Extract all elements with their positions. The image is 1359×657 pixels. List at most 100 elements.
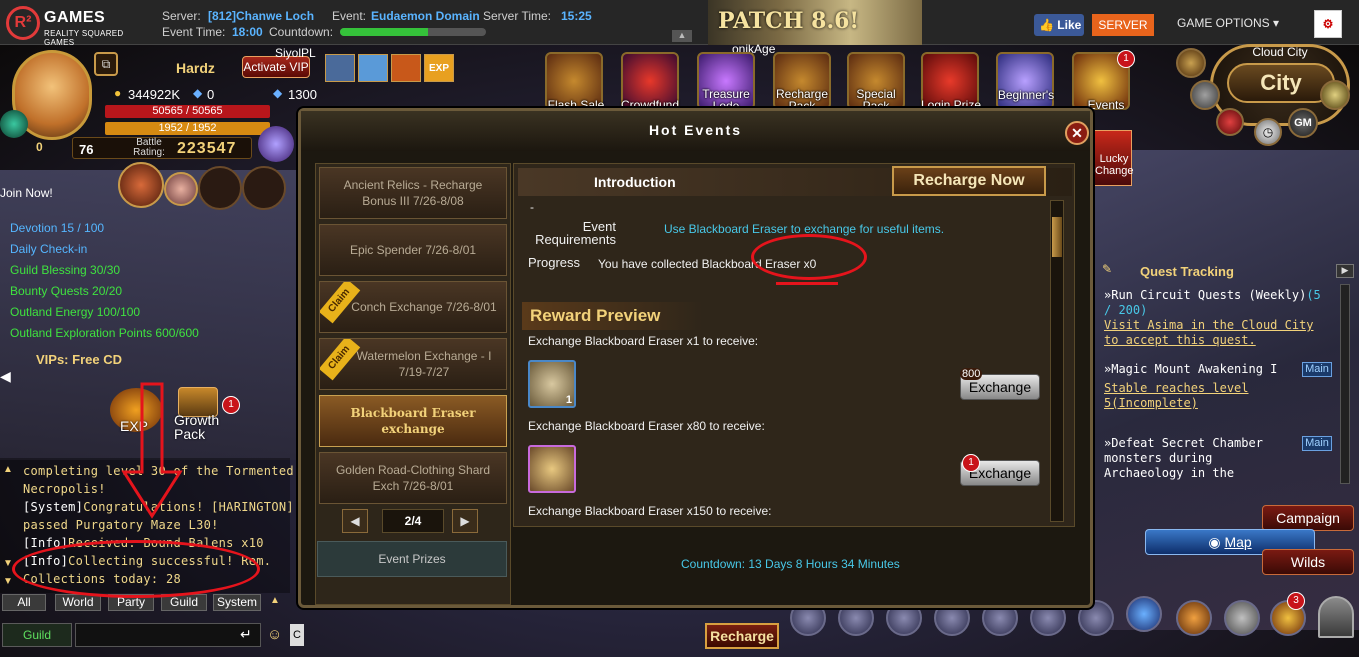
quest-outland-energy[interactable]: Outland Energy 100/100 [10, 302, 230, 323]
quest-item-1[interactable]: »Run Circuit Quests (Weekly)(5 / 200) Vi… [1104, 288, 1322, 348]
quest-devotion[interactable]: Devotion 15 / 100 [10, 218, 230, 239]
location-name: Cloud City [1252, 45, 1308, 59]
menu-toggle-icon[interactable]: ⧉ [94, 52, 118, 76]
no-entry-icon[interactable] [1216, 108, 1244, 136]
emoji-icon[interactable]: ☺ [267, 626, 282, 643]
server-button[interactable]: SERVER [1092, 14, 1154, 36]
annotation-circle-progress [751, 234, 867, 280]
patch-banner[interactable]: PATCH 8.6! [708, 0, 922, 45]
left-counter: 0 [36, 140, 43, 154]
city-button[interactable]: City [1227, 63, 1335, 103]
chat-scroll-bottom-icon[interactable]: ▼ [3, 576, 13, 587]
chat-tab-all[interactable]: All [2, 594, 46, 611]
close-icon[interactable]: ✕ [1065, 121, 1089, 145]
item-count: 1 [565, 394, 572, 406]
dash-text: - [530, 200, 534, 214]
chat-input[interactable] [75, 623, 261, 647]
vip-free-cd[interactable]: VIPs: Free CD [36, 352, 122, 367]
event-item-blackboard-eraser[interactable]: Blackboard Eraser exchange [319, 395, 507, 447]
companion-slot-4[interactable] [242, 166, 286, 210]
event-item-conch-exchange[interactable]: Claim Conch Exchange 7/26-8/01 [319, 281, 507, 333]
campaign-button[interactable]: Campaign [1262, 505, 1354, 531]
growth-pack-badge: 1 [222, 396, 240, 414]
gold-amount: 344922K [128, 87, 181, 102]
annotation-underline [776, 282, 838, 285]
quest-text: Daily Check-in [10, 242, 88, 256]
bottom-menu-icon-8[interactable] [1126, 596, 1162, 632]
event-prizes-button[interactable]: Event Prizes [317, 541, 507, 577]
event-label: Event: [332, 9, 367, 23]
pet-icon[interactable] [0, 110, 28, 138]
collapse-arrow-icon[interactable]: ▲ [672, 30, 692, 42]
companion-portrait-2[interactable] [164, 172, 198, 206]
lucky-change-label: Lucky Change [1095, 153, 1134, 177]
event-countdown: Countdown: 13 Days 8 Hours 34 Minutes [681, 557, 900, 571]
quest-item-3[interactable]: »Defeat Secret Chamber monsters during A… [1104, 436, 1294, 481]
progress-label: Progress [528, 255, 581, 270]
reward-preview-header: Reward Preview [522, 302, 702, 330]
join-now-link[interactable]: Join Now! [0, 186, 53, 200]
hair-item-icon[interactable] [528, 445, 576, 493]
lucky-change-icon[interactable]: Lucky Change [1092, 130, 1134, 186]
buff-icon-1[interactable] [325, 54, 355, 82]
companion-portrait-1[interactable] [118, 162, 164, 208]
conch-item-icon[interactable]: 1 [528, 360, 576, 408]
buff-icon-2[interactable] [358, 54, 388, 82]
quest-item-2[interactable]: »Magic Mount Awakening I Stable reaches … [1104, 362, 1294, 411]
event-requirements-label: Event Requirements [535, 219, 616, 247]
magnifier-icon[interactable] [1224, 600, 1260, 636]
skill-orb-icon[interactable] [258, 126, 294, 162]
detail-scrollbar[interactable] [1050, 200, 1064, 522]
clock-icon[interactable]: ◷ [1254, 118, 1282, 146]
chat-tab-world[interactable]: World [55, 594, 101, 611]
game-options-menu[interactable]: GAME OPTIONS ▾ [1177, 16, 1279, 30]
chat-expand-icon[interactable]: ▲ [270, 595, 280, 606]
quest-guild-blessing[interactable]: Guild Blessing 30/30 [10, 260, 230, 281]
quest-link[interactable]: Visit Asima in the Cloud City to accept … [1104, 318, 1322, 348]
recharge-button[interactable]: Recharge [705, 623, 779, 649]
top-bar: R² GAMES REALITY SQUARED GAMES Server: [… [0, 0, 1359, 47]
quest-scrollbar[interactable] [1340, 284, 1350, 484]
compass-icon[interactable] [1176, 48, 1206, 78]
sword-icon[interactable] [1190, 80, 1220, 110]
chat-channel-guild[interactable]: Guild [2, 623, 72, 647]
scrollbar-thumb[interactable] [1052, 217, 1062, 257]
collapse-quests-icon[interactable]: ▶ [1336, 264, 1354, 278]
r2games-logo[interactable]: R² GAMES REALITY SQUARED GAMES [6, 6, 156, 47]
next-page-button[interactable]: ▶ [452, 509, 478, 533]
quest-link[interactable]: Stable reaches level 5(Incomplete) [1104, 381, 1294, 411]
buff-icon-3[interactable] [391, 54, 421, 82]
collapse-left-icon[interactable]: ◀ [0, 368, 11, 385]
annotation-circle-chat [12, 540, 260, 598]
event-item-label: Conch Exchange 7/26-8/01 [351, 300, 497, 314]
event-item-label: Epic Spender 7/26-8/01 [349, 243, 477, 257]
annotation-down-arrow [121, 382, 183, 519]
prev-page-button[interactable]: ◀ [342, 509, 368, 533]
quest-bounty[interactable]: Bounty Quests 20/20 [10, 281, 230, 302]
event-item-golden-road[interactable]: Golden Road-Clothing Shard Exch 7/26-8/0… [319, 452, 507, 504]
r2-account-icon[interactable]: ⚙ [1314, 10, 1342, 38]
scroll-icon[interactable] [1320, 80, 1350, 110]
gm-button[interactable]: GM [1288, 108, 1318, 138]
reward-1-text: Exchange Blackboard Eraser x1 to receive… [528, 334, 759, 348]
exchange-count-badge: 1 [962, 454, 980, 472]
quest-daily-checkin[interactable]: Daily Check-in [10, 239, 230, 260]
chat-tab-system[interactable]: System [213, 594, 261, 611]
chat-scroll-up-icon[interactable]: ▲ [3, 464, 13, 475]
send-icon[interactable]: ↵ [240, 626, 252, 643]
exit-door-icon[interactable] [1318, 596, 1354, 638]
quest-title: »Magic Mount Awakening I [1104, 362, 1278, 376]
event-item-ancient-relics[interactable]: Ancient Relics - Recharge Bonus III 7/26… [319, 167, 507, 219]
server-time-label: Server Time: [483, 9, 552, 23]
companion-slot-3[interactable] [198, 166, 242, 210]
recharge-now-button[interactable]: Recharge Now [892, 166, 1046, 196]
event-item-watermelon-exchange[interactable]: Claim Watermelon Exchange - I 7/19-7/27 [319, 338, 507, 390]
quest-outland-exploration[interactable]: Outland Exploration Points 600/600 [10, 323, 230, 344]
exp-buff-icon[interactable]: EXP [424, 54, 454, 82]
facebook-like-button[interactable]: 👍 Like [1034, 14, 1084, 36]
bottom-menu-icon-9[interactable] [1176, 600, 1212, 636]
hot-events-modal: Hot Events ✕ Ancient Relics - Recharge B… [298, 108, 1093, 608]
clear-chat-icon[interactable]: C [290, 624, 304, 646]
event-item-epic-spender[interactable]: Epic Spender 7/26-8/01 [319, 224, 507, 276]
wilds-button[interactable]: Wilds [1262, 549, 1354, 575]
